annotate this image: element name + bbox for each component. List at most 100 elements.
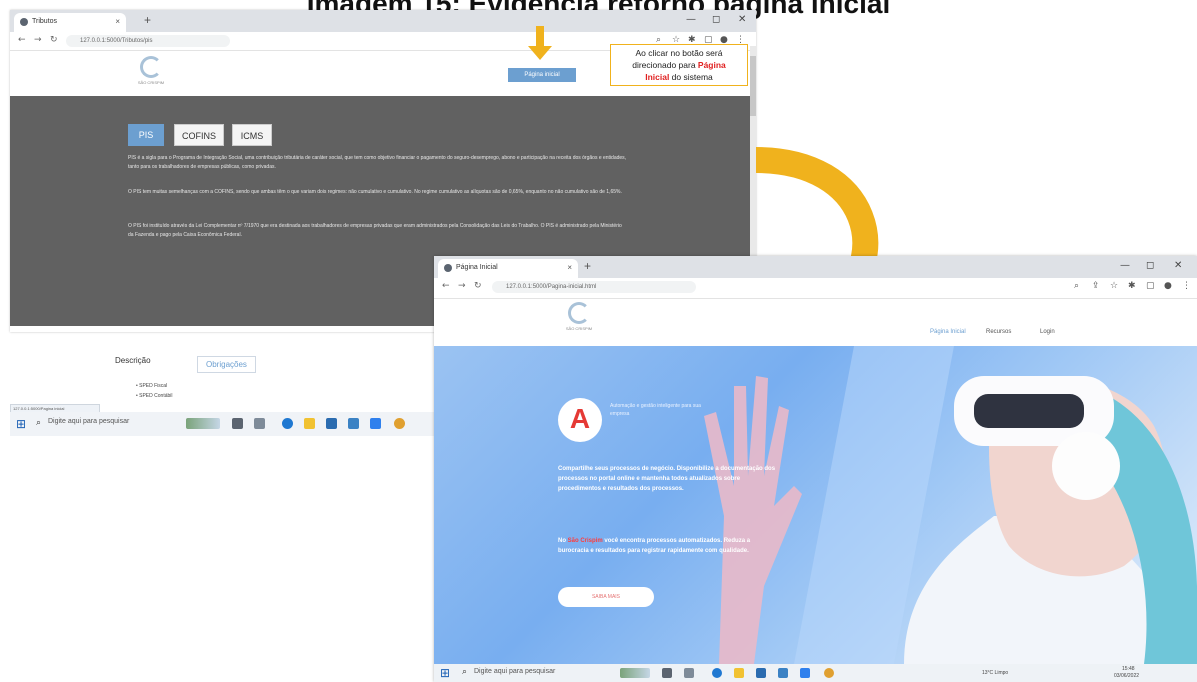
- hero-text: No: [558, 538, 568, 544]
- forward-icon[interactable]: →: [458, 281, 466, 291]
- tab-pis[interactable]: PIS: [128, 124, 164, 146]
- taskbar-search-input[interactable]: Digite aqui para pesquisar: [474, 668, 555, 675]
- task-view-icon[interactable]: [232, 418, 243, 429]
- window-close-icon[interactable]: ✕: [738, 14, 746, 25]
- weather-widget-icon[interactable]: [186, 418, 220, 429]
- menu-kebab-icon[interactable]: ⋮: [1182, 281, 1191, 291]
- maximize-icon[interactable]: ◻: [712, 14, 720, 25]
- brand-logo-a: A: [558, 398, 602, 442]
- url-input[interactable]: 127.0.0.1:5000/Pagina-inicial.html: [492, 281, 696, 293]
- nav-pagina-inicial[interactable]: Página Inicial: [930, 329, 966, 335]
- file-explorer-icon[interactable]: [304, 418, 315, 429]
- edge-browser-icon[interactable]: [712, 668, 722, 678]
- reload-icon[interactable]: ↻: [474, 281, 482, 291]
- logo-ring-icon: [140, 56, 162, 78]
- file-explorer-icon[interactable]: [734, 668, 744, 678]
- hero-banner: A Automação e gestão inteligente para su…: [434, 346, 1197, 664]
- widgets-icon[interactable]: [684, 668, 694, 678]
- chrome-icon[interactable]: [394, 418, 405, 429]
- minimize-icon[interactable]: —: [686, 14, 696, 25]
- back-icon[interactable]: ←: [442, 281, 450, 291]
- logo-text: SÃO CRISPIM: [565, 326, 593, 331]
- callout-line1: Ao clicar no botão será: [635, 48, 723, 58]
- store-icon[interactable]: [326, 418, 337, 429]
- saiba-mais-button[interactable]: SAIBA MAIS: [558, 587, 654, 607]
- tray-time[interactable]: 15:48: [1122, 666, 1135, 672]
- edge-browser-icon[interactable]: [282, 418, 293, 429]
- weather-widget-icon[interactable]: [620, 668, 650, 678]
- maximize-icon[interactable]: ◻: [1146, 260, 1154, 271]
- tab-strip: Página Inicial × + — ◻ ✕: [434, 256, 1197, 278]
- tab-descricao[interactable]: Descrição: [115, 356, 151, 365]
- vr-headset-woman-image: [704, 346, 1197, 664]
- home-page-button[interactable]: Página inicial: [508, 68, 576, 82]
- windows-start-icon[interactable]: ⊞: [440, 666, 450, 680]
- vscode-icon[interactable]: [800, 668, 810, 678]
- mail-icon[interactable]: [348, 418, 359, 429]
- callout-text: do sistema: [669, 72, 713, 82]
- site-logo[interactable]: SÃO CRISPIM: [554, 302, 604, 338]
- reload-icon[interactable]: ↻: [50, 35, 58, 45]
- tab-title: Tributos: [32, 18, 58, 25]
- widgets-icon[interactable]: [254, 418, 265, 429]
- chrome-icon[interactable]: [824, 668, 834, 678]
- taskbar-search-input[interactable]: Digite aqui para pesquisar: [48, 418, 129, 425]
- share-icon[interactable]: ⇪: [1092, 281, 1100, 291]
- tab-obrigacoes[interactable]: Obrigações: [197, 356, 256, 373]
- logo-ring-icon: [568, 302, 590, 324]
- list-item: • SPED Fiscal: [136, 383, 168, 389]
- tab-search-icon[interactable]: ▢: [1146, 281, 1155, 291]
- browser-tab-pagina-inicial[interactable]: Página Inicial ×: [438, 259, 578, 278]
- callout-line2: direcionado para Página: [611, 59, 747, 71]
- task-view-icon[interactable]: [662, 668, 672, 678]
- hero-highlight: São Crispim: [567, 538, 603, 544]
- list-item: • SPED Contábil: [136, 393, 173, 399]
- back-icon[interactable]: ←: [18, 35, 26, 45]
- browser-window-pagina-inicial: Página Inicial × + — ◻ ✕ ← → ↻ 127.0.0.1…: [434, 256, 1197, 682]
- tax-paragraph: PIS é a sigla para o Programa de Integra…: [128, 155, 627, 170]
- profile-avatar-icon[interactable]: ●: [1164, 281, 1172, 291]
- callout-highlight: Inicial: [645, 72, 670, 82]
- globe-icon: [444, 264, 452, 272]
- store-icon[interactable]: [756, 668, 766, 678]
- tray-weather[interactable]: 13°C Limpo: [982, 670, 1008, 676]
- globe-icon: [20, 18, 28, 26]
- tab-icms[interactable]: ICMS: [232, 124, 272, 146]
- minimize-icon[interactable]: —: [1120, 260, 1130, 271]
- arrow-down-icon: [528, 46, 552, 60]
- logo-letter: A: [569, 403, 591, 434]
- scrollbar-thumb[interactable]: [750, 56, 756, 116]
- tray-date[interactable]: 03/06/2022: [1114, 673, 1139, 679]
- new-tab-button[interactable]: +: [584, 259, 591, 273]
- tab-strip: Tributos × + — ◻ ✕: [10, 10, 756, 32]
- bookmark-star-icon[interactable]: ☆: [1110, 281, 1118, 291]
- search-icon[interactable]: ⌕: [462, 667, 467, 677]
- hero-tagline: Automação e gestão inteligente para sua …: [610, 403, 701, 417]
- windows-start-icon[interactable]: ⊞: [16, 417, 26, 431]
- callout-line3: Inicial do sistema: [611, 71, 747, 83]
- callout-text: direcionado para: [632, 60, 698, 70]
- address-bar: ← → ↻ 127.0.0.1:5000/Pagina-inicial.html…: [434, 278, 1197, 299]
- close-icon[interactable]: ×: [115, 17, 120, 26]
- tax-paragraph: O PIS tem muitas semelhanças com a COFIN…: [128, 189, 622, 195]
- callout-highlight: Página: [697, 60, 726, 70]
- browser-tab-tributos[interactable]: Tributos ×: [14, 13, 126, 32]
- hero-paragraph: No São Crispim você encontra processos a…: [558, 536, 778, 556]
- tax-paragraph: O PIS foi instituído através da Lei Comp…: [128, 223, 622, 238]
- search-icon[interactable]: ⌕: [36, 418, 41, 428]
- arrow-down-stem: [536, 26, 544, 48]
- nav-login[interactable]: Login: [1040, 329, 1055, 335]
- mail-icon[interactable]: [778, 668, 788, 678]
- close-icon[interactable]: ×: [567, 263, 572, 272]
- annotation-callout: Ao clicar no botão será direcionado para…: [610, 44, 748, 86]
- vscode-icon[interactable]: [370, 418, 381, 429]
- new-tab-button[interactable]: +: [144, 13, 151, 27]
- extensions-icon[interactable]: ✱: [1128, 281, 1136, 291]
- site-logo[interactable]: SÃO CRISPIM: [126, 56, 176, 90]
- nav-recursos[interactable]: Recursos: [986, 329, 1011, 335]
- search-icon[interactable]: ⌕: [1074, 281, 1079, 291]
- url-input[interactable]: 127.0.0.1:5000/Tributos/pis: [66, 35, 230, 47]
- window-close-icon[interactable]: ✕: [1174, 260, 1182, 271]
- tab-cofins[interactable]: COFINS: [174, 124, 224, 146]
- forward-icon[interactable]: →: [34, 35, 42, 45]
